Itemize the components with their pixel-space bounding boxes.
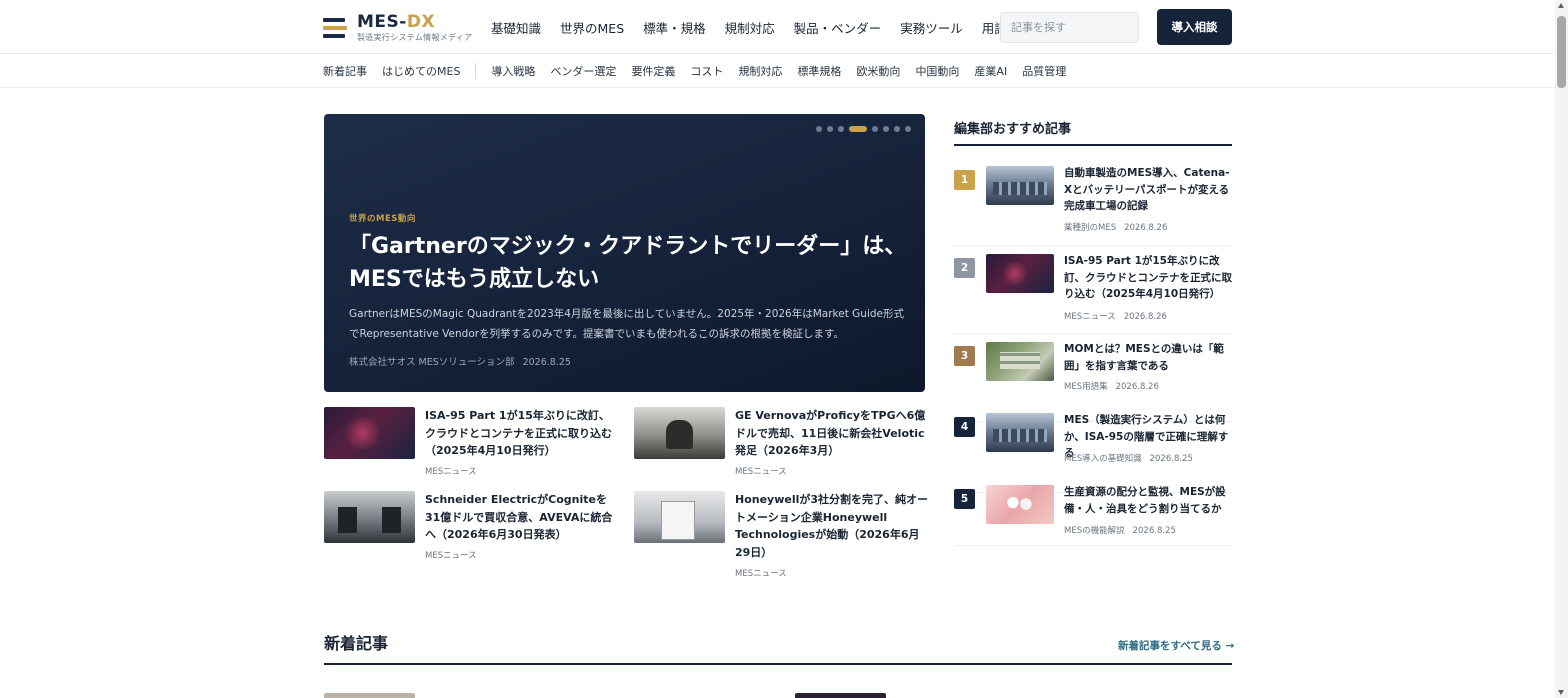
office-worker-photo-icon[interactable]: [634, 407, 725, 459]
rank-badge: 3: [954, 346, 975, 366]
hero-slide[interactable]: 世界のMES動向 「Gartnerのマジック・クアドラントでリーダー」は、MES…: [324, 114, 925, 392]
subnav-regulation[interactable]: 規制対応: [738, 63, 782, 79]
logo-mark-icon: [323, 16, 347, 40]
article-tag: MESニュース: [735, 467, 787, 477]
ranking-item[interactable]: 3 MOMとは？MESとの違いは「範囲」を指す言葉である MES用語集 2026.…: [954, 342, 1232, 422]
subnav-industrial-ai[interactable]: 産業AI: [974, 63, 1007, 79]
article-card[interactable]: ISA-95 Part 1が15年ぶりに改訂、クラウドとコンテナを正式に取り込む…: [324, 407, 624, 497]
rank-badge: 1: [954, 170, 975, 190]
subnav-intro-mes[interactable]: はじめてのMES: [382, 63, 460, 79]
article-thumbnail[interactable]: [795, 693, 886, 698]
article-title[interactable]: Schneider ElectricがCogniteを31億ドルで買収合意、AV…: [425, 491, 620, 544]
hero-category: 世界のMES動向: [349, 214, 416, 224]
document-review-photo-icon[interactable]: [634, 491, 725, 543]
search-input[interactable]: [1000, 12, 1139, 43]
nav-tools[interactable]: 実務ツール: [900, 18, 963, 37]
article-tag: MESニュース: [735, 569, 787, 579]
hero-title[interactable]: 「Gartnerのマジック・クアドラントでリーダー」は、MESではもう成立しない: [349, 230, 909, 296]
article-card[interactable]: GE VernovaがProficyをTPGへ6億ドルで売却、11日後に新会社V…: [634, 407, 934, 497]
logo-subtitle: 製造実行システム情報メディア: [357, 33, 473, 42]
ranking-item[interactable]: 1 自動車製造のMES導入、Catena-Xとバッテリーパスポートが変える完成車…: [954, 166, 1232, 246]
article-card[interactable]: Schneider ElectricがCogniteを31億ドルで買収合意、AV…: [324, 491, 624, 581]
ranking-title[interactable]: 生産資源の配分と監視、MESが設備・人・治具をどう割り当てるか: [1064, 484, 1234, 517]
nav-regulation[interactable]: 規制対応: [725, 18, 775, 37]
ranking-meta: MESの機能解説 2026.8.25: [1064, 526, 1176, 536]
article-tag: MESニュース: [425, 467, 477, 477]
subnav-new-articles[interactable]: 新着記事: [323, 63, 367, 79]
subnav-vendor-selection[interactable]: ベンダー選定: [550, 63, 616, 79]
carousel-dot[interactable]: [894, 126, 900, 132]
rank-badge: 4: [954, 417, 975, 437]
ranking-title[interactable]: 自動車製造のMES導入、Catena-Xとバッテリーパスポートが変える完成車工場…: [1064, 165, 1234, 215]
ranking-item[interactable]: 2 ISA-95 Part 1が15年ぶりに改訂、クラウドとコンテナを正式に取り…: [954, 254, 1232, 334]
aerial-plant-photo-icon[interactable]: [986, 342, 1054, 381]
carousel-dot[interactable]: [905, 126, 911, 132]
business-meeting-photo-icon[interactable]: [324, 491, 415, 543]
page-scrollbar[interactable]: [1555, 0, 1568, 698]
dark-keyboard-photo-icon[interactable]: [324, 407, 415, 459]
ranking-item[interactable]: 4 MES（製造実行システム）とは何か、ISA-95の階層で正確に理解する ME…: [954, 413, 1232, 493]
article-title[interactable]: ISA-95 Part 1が15年ぶりに改訂、クラウドとコンテナを正式に取り込む…: [425, 407, 620, 460]
illustration-photo-icon[interactable]: [986, 485, 1054, 524]
subnav-western-trends[interactable]: 欧米動向: [856, 63, 900, 79]
hero-meta: 株式会社サオス MESソリューション部 2026.8.25: [349, 354, 571, 368]
consult-button[interactable]: 導入相談: [1157, 9, 1232, 45]
dark-keyboard-photo-icon[interactable]: [986, 254, 1054, 293]
sidebar-divider: [954, 144, 1232, 146]
main-nav: 基礎知識 世界のMES 標準・規格 規制対応 製品・ベンダー 実務ツール 用語集: [491, 18, 1038, 37]
carousel-dot[interactable]: [827, 126, 833, 132]
factory-floor-photo-icon[interactable]: [986, 413, 1054, 452]
sidebar-title: 編集部おすすめ記事: [954, 122, 1072, 137]
carousel-dot[interactable]: [849, 126, 867, 132]
ranking-meta: MESニュース 2026.8.26: [1064, 312, 1167, 322]
scroll-down-arrow-icon[interactable]: [1558, 690, 1564, 695]
subnav-standards[interactable]: 標準規格: [797, 63, 841, 79]
nav-basics[interactable]: 基礎知識: [491, 18, 541, 37]
ranking-meta: 業種別のMES 2026.8.26: [1064, 223, 1168, 233]
nav-world-mes[interactable]: 世界のMES: [560, 18, 624, 37]
factory-photo-icon[interactable]: [986, 166, 1054, 205]
scroll-up-arrow-icon[interactable]: [1558, 3, 1564, 8]
rank-badge: 2: [954, 258, 975, 278]
article-thumbnail[interactable]: [324, 693, 415, 698]
logo-title: MES-DX: [357, 12, 436, 32]
carousel-dot[interactable]: [883, 126, 889, 132]
carousel-dot[interactable]: [816, 126, 822, 132]
ranking-meta: MES導入の基礎知識 2026.8.25: [1064, 454, 1193, 464]
site-logo[interactable]: MES-DX 製造実行システム情報メディア: [323, 14, 472, 42]
ranking-item[interactable]: 5 生産資源の配分と監視、MESが設備・人・治具をどう割り当てるか MESの機能…: [954, 485, 1232, 546]
sub-nav: 新着記事 はじめてのMES 導入戦略 ベンダー選定 要件定義 コスト 規制対応 …: [0, 55, 1568, 88]
subnav-requirements[interactable]: 要件定義: [631, 63, 675, 79]
ranking-title[interactable]: ISA-95 Part 1が15年ぶりに改訂、クラウドとコンテナを正式に取り込む…: [1064, 253, 1234, 303]
carousel-dots: [816, 126, 911, 132]
subnav-divider: [475, 63, 477, 79]
new-articles-title: 新着記事: [324, 634, 389, 653]
article-tag: MESニュース: [425, 551, 477, 561]
subnav-strategy[interactable]: 導入戦略: [491, 63, 535, 79]
nav-products-vendors[interactable]: 製品・ベンダー: [794, 18, 882, 37]
article-title[interactable]: Honeywellが3社分割を完了、純オートメーション企業Honeywell T…: [735, 491, 930, 561]
carousel-dot[interactable]: [872, 126, 878, 132]
hero-author: 株式会社サオス MESソリューション部: [349, 357, 515, 368]
site-header: MES-DX 製造実行システム情報メディア 基礎知識 世界のMES 標準・規格 …: [0, 0, 1568, 54]
subnav-cost[interactable]: コスト: [690, 63, 723, 79]
hero-description: GartnerはMESのMagic Quadrantを2023年4月版を最後に出…: [349, 308, 905, 340]
article-title[interactable]: GE VernovaがProficyをTPGへ6億ドルで売却、11日後に新会社V…: [735, 407, 930, 460]
hero-date: 2026.8.25: [522, 357, 571, 368]
scrollbar-thumb[interactable]: [1557, 16, 1566, 88]
nav-standards[interactable]: 標準・規格: [643, 18, 706, 37]
subnav-china-trends[interactable]: 中国動向: [915, 63, 959, 79]
new-articles-divider: [324, 663, 1232, 665]
article-card[interactable]: Honeywellが3社分割を完了、純オートメーション企業Honeywell T…: [634, 491, 934, 581]
view-all-new-link[interactable]: 新着記事をすべて見る →: [1118, 638, 1234, 653]
ranking-meta: MES用語集 2026.8.26: [1064, 382, 1159, 392]
ranking-title[interactable]: MOMとは？MESとの違いは「範囲」を指す言葉である: [1064, 341, 1234, 374]
rank-badge: 5: [954, 489, 975, 509]
carousel-dot[interactable]: [838, 126, 844, 132]
subnav-quality[interactable]: 品質管理: [1022, 63, 1066, 79]
